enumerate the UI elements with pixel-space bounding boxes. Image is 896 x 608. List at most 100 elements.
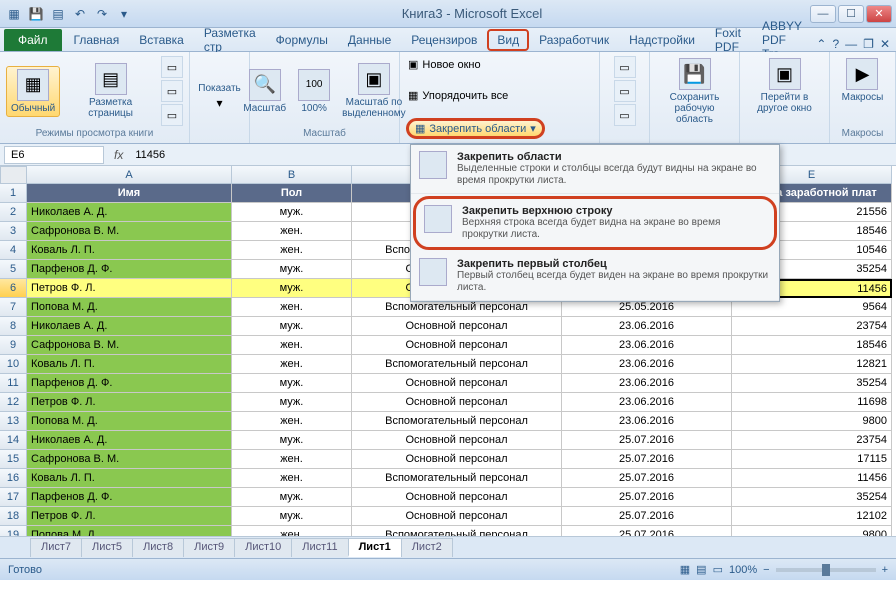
cell[interactable]: 25.07.2016: [562, 450, 732, 469]
cell[interactable]: муж.: [232, 374, 352, 393]
cell[interactable]: муж.: [232, 203, 352, 222]
cell[interactable]: 11456: [732, 469, 892, 488]
cell[interactable]: Вспомогательный персонал: [352, 412, 562, 431]
sheet-tab[interactable]: Лист5: [81, 538, 133, 557]
view-normal-icon[interactable]: ▦: [680, 563, 690, 576]
cell[interactable]: муж.: [232, 431, 352, 450]
cell[interactable]: 25.07.2016: [562, 469, 732, 488]
cell[interactable]: жен.: [232, 298, 352, 317]
ribbon-tab[interactable]: Данные: [338, 29, 401, 51]
cell[interactable]: Основной персонал: [352, 317, 562, 336]
cell[interactable]: 23.06.2016: [562, 412, 732, 431]
row-header[interactable]: 7: [0, 298, 27, 317]
cell[interactable]: Основной персонал: [352, 507, 562, 526]
cell[interactable]: Парфенов Д. Ф.: [27, 260, 232, 279]
cell[interactable]: Коваль Л. П.: [27, 241, 232, 260]
cell[interactable]: Николаев А. Д.: [27, 203, 232, 222]
ribbon-tab[interactable]: Вставка: [129, 29, 194, 51]
doc-restore-icon[interactable]: ❐: [863, 37, 874, 51]
cell[interactable]: Петров Ф. Л.: [27, 393, 232, 412]
cell[interactable]: 23.06.2016: [562, 374, 732, 393]
qat-more[interactable]: ▾: [114, 4, 134, 24]
cell[interactable]: Сафронова В. М.: [27, 450, 232, 469]
header-cell[interactable]: Пол: [232, 184, 352, 203]
cell[interactable]: Петров Ф. Л.: [27, 507, 232, 526]
cell[interactable]: 23754: [732, 317, 892, 336]
minimize-button[interactable]: —: [810, 5, 836, 23]
cell[interactable]: Сафронова В. М.: [27, 222, 232, 241]
cell[interactable]: 11698: [732, 393, 892, 412]
row-header[interactable]: 2: [0, 203, 27, 222]
row-header[interactable]: 19: [0, 526, 27, 536]
cell[interactable]: Вспомогательный персонал: [352, 469, 562, 488]
cell[interactable]: 9800: [732, 412, 892, 431]
cell[interactable]: жен.: [232, 336, 352, 355]
row-header[interactable]: 3: [0, 222, 27, 241]
cell[interactable]: Николаев А. Д.: [27, 317, 232, 336]
sheet-tab[interactable]: Лист11: [291, 538, 348, 557]
row-header[interactable]: 11: [0, 374, 27, 393]
name-box[interactable]: [4, 146, 104, 164]
freeze-first-col-option[interactable]: Закрепить первый столбецПервый столбец в…: [411, 252, 779, 301]
arrange-all-button[interactable]: ▦Упорядочить все: [406, 87, 510, 104]
doc-close-icon[interactable]: ✕: [880, 37, 890, 51]
row-header[interactable]: 1: [0, 184, 27, 203]
cell[interactable]: 9800: [732, 526, 892, 536]
cell[interactable]: Основной персонал: [352, 336, 562, 355]
cell[interactable]: 35254: [732, 374, 892, 393]
cell[interactable]: Основной персонал: [352, 431, 562, 450]
fx-icon[interactable]: fx: [108, 148, 129, 162]
freeze-top-row-option[interactable]: Закрепить верхнюю строкуВерхняя строка в…: [413, 196, 777, 250]
cell[interactable]: Вспомогательный персонал: [352, 355, 562, 374]
sheet-tab[interactable]: Лист2: [401, 538, 453, 557]
sheet-tab[interactable]: Лист10: [234, 538, 292, 557]
cell[interactable]: муж.: [232, 507, 352, 526]
cell[interactable]: 25.07.2016: [562, 507, 732, 526]
cell[interactable]: Петров Ф. Л.: [27, 279, 232, 298]
zoom-100-button[interactable]: 100100%: [294, 67, 334, 116]
view-pagelayout-button[interactable]: ▤Разметка страницы: [64, 61, 157, 121]
cell[interactable]: Попова М. Д.: [27, 526, 232, 536]
cell[interactable]: Парфенов Д. Ф.: [27, 374, 232, 393]
cell[interactable]: 23.06.2016: [562, 393, 732, 412]
ribbon-tab[interactable]: Главная: [64, 29, 130, 51]
row-header[interactable]: 9: [0, 336, 27, 355]
undo-icon[interactable]: ↶: [70, 4, 90, 24]
help-icon[interactable]: ?: [832, 37, 839, 51]
cell[interactable]: 25.07.2016: [562, 526, 732, 536]
zoom-button[interactable]: 🔍Масштаб: [239, 67, 290, 116]
ribbon-tab[interactable]: Рецензиров: [401, 29, 487, 51]
zoom-selection-button[interactable]: ▣Масштаб по выделенному: [338, 61, 410, 121]
zoom-slider[interactable]: [776, 568, 876, 572]
col-header[interactable]: A: [27, 166, 232, 184]
unhide-button[interactable]: ▭: [614, 104, 636, 126]
cell[interactable]: 25.07.2016: [562, 488, 732, 507]
redo-icon[interactable]: ↷: [92, 4, 112, 24]
row-header[interactable]: 12: [0, 393, 27, 412]
cell[interactable]: муж.: [232, 279, 352, 298]
cell[interactable]: муж.: [232, 393, 352, 412]
sheet-tab[interactable]: Лист8: [132, 538, 184, 557]
view-btn-1[interactable]: ▭: [161, 56, 183, 78]
col-header[interactable]: B: [232, 166, 352, 184]
minimize-ribbon-icon[interactable]: ⌃: [816, 37, 826, 51]
cell[interactable]: Сафронова В. М.: [27, 336, 232, 355]
cell[interactable]: муж.: [232, 317, 352, 336]
doc-min-icon[interactable]: —: [845, 37, 857, 51]
save-icon[interactable]: 💾: [26, 4, 46, 24]
row-header[interactable]: 15: [0, 450, 27, 469]
cell[interactable]: жен.: [232, 526, 352, 536]
row-header[interactable]: 6: [0, 279, 27, 298]
cell[interactable]: 23.06.2016: [562, 317, 732, 336]
cell[interactable]: 23.06.2016: [562, 336, 732, 355]
view-break-icon[interactable]: ▭: [713, 563, 723, 576]
cell[interactable]: Вспомогательный персонал: [352, 526, 562, 536]
cell[interactable]: 12821: [732, 355, 892, 374]
cell[interactable]: 23.06.2016: [562, 355, 732, 374]
ribbon-tab[interactable]: Foxit PDF: [705, 29, 752, 51]
switch-window-button[interactable]: ▣Перейти в другое окно: [746, 56, 823, 116]
new-window-button[interactable]: ▣Новое окно: [406, 56, 483, 73]
select-all-corner[interactable]: [0, 166, 27, 184]
row-header[interactable]: 16: [0, 469, 27, 488]
cell[interactable]: жен.: [232, 241, 352, 260]
